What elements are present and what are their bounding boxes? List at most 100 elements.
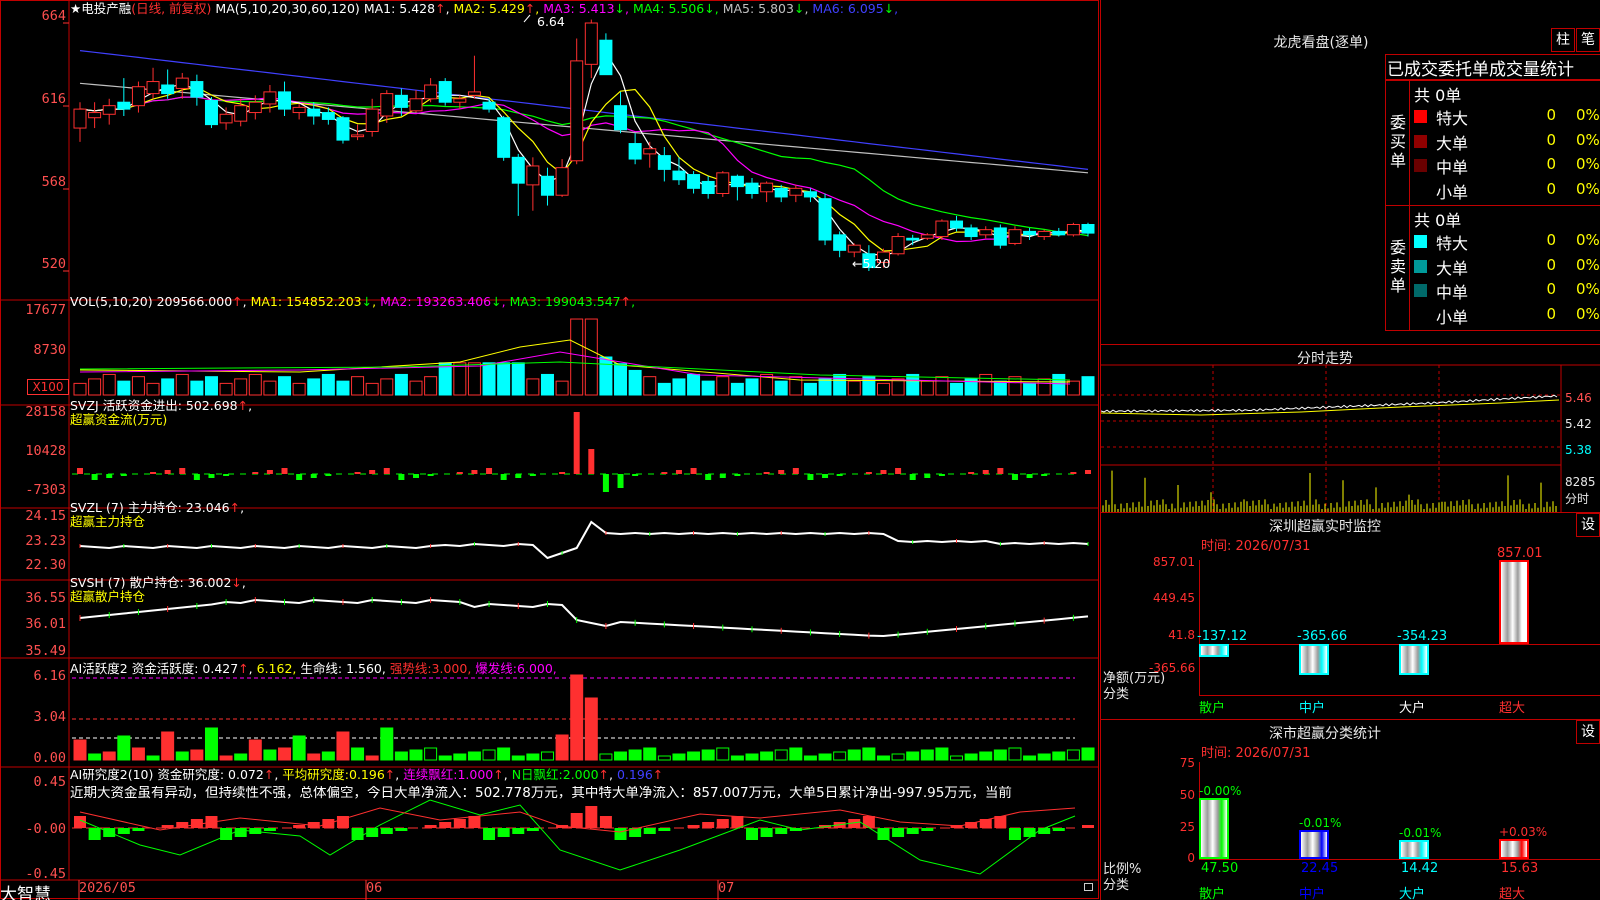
stats-title: 深市超赢分类统计 [1269, 726, 1381, 742]
svzj-bar [266, 470, 273, 474]
candle-body [803, 191, 817, 198]
tick-mode-button[interactable]: 笔 [1576, 28, 1600, 52]
period-label[interactable]: (日线, 前复权) [131, 1, 211, 16]
svzj-bar [1085, 470, 1091, 474]
stats-axis-label: 50 [1179, 788, 1195, 802]
svzj-bar [675, 470, 682, 474]
research-bar [614, 828, 627, 840]
ma-value-4: 5.506 [668, 1, 705, 16]
candle-body [614, 105, 628, 131]
price-axis-label: 616 [41, 91, 66, 107]
svzj-bar [413, 474, 419, 478]
candle-body [789, 187, 803, 196]
star-icon[interactable]: ★ [70, 1, 81, 16]
volume-bar [88, 378, 102, 396]
volume-bar [920, 380, 934, 396]
activity-bar [190, 749, 204, 761]
volume-bar [818, 378, 832, 396]
stats-bar[interactable] [1499, 838, 1529, 859]
research-bar [512, 828, 525, 834]
monitor-settings-button[interactable]: 设 [1576, 513, 1600, 537]
candle-body [336, 117, 350, 141]
candle-body [993, 227, 1007, 246]
svzj-bar [924, 474, 931, 478]
timeshare-panel[interactable]: 分时走势 5.46 5.42 5.38 8285 分时 [1101, 345, 1600, 513]
research-bar [746, 828, 758, 840]
activity-bar [409, 749, 423, 761]
svzj-bar [734, 474, 741, 476]
candle-body [263, 91, 277, 105]
vol-axis-label: 8730 [33, 342, 66, 358]
stats-bar-change: +0.03% [1499, 824, 1548, 839]
lock-icon[interactable] [1084, 883, 1093, 891]
ai-research-header: AI研究度2(10) 资金研究度: 0.072↑, 平均研究度:0.196↑, … [70, 767, 664, 782]
monitor-bar[interactable] [1399, 644, 1429, 675]
activity-bar [643, 747, 657, 761]
svzj-bar [822, 474, 829, 478]
down-arrow-icon: ↓ [231, 575, 242, 590]
svzl-axis-label: 23.23 [25, 533, 66, 549]
svzj-subtitle: 超赢资金流(万元) [70, 412, 168, 427]
svzj-bar [559, 472, 566, 474]
high-annotation: 6.64 [537, 14, 565, 29]
sell-row-percent: 0% [1576, 255, 1600, 274]
svzj-bar [807, 474, 814, 480]
volume-bar [672, 378, 686, 396]
svzl-line [79, 520, 1089, 560]
buy-row-percent: 0% [1576, 130, 1600, 149]
monitor-bar[interactable] [1499, 560, 1529, 644]
up-arrow-icon: ↑ [237, 398, 249, 413]
stats-bar[interactable] [1299, 829, 1329, 859]
candle-body [774, 187, 788, 198]
monitor-bar[interactable] [1199, 644, 1229, 657]
svsh-value: 36.002 [187, 575, 232, 590]
kline-chart-area[interactable]: ★电投产融(日线, 前复权) MA(5,10,20,30,60,120) MA1… [0, 0, 1100, 900]
research-bar [1038, 828, 1051, 834]
buy-color-swatch [1414, 134, 1427, 148]
svzj-bar [208, 474, 215, 478]
volume-bar [950, 382, 964, 396]
ai-active-t1: 资金活跃度: [131, 661, 199, 676]
activity-bar [146, 755, 160, 761]
category-stats-panel: 深市超赢分类统计 设 时间: 2026/07/31 75 50 25 0 -0.… [1101, 720, 1600, 900]
chart-frame [0, 0, 1099, 899]
ai-research-v1: 0.072 [228, 767, 264, 782]
volume-bar [833, 373, 847, 396]
low-annotation: ←5.20 [852, 256, 891, 271]
sell-row-count: 0 [1546, 304, 1556, 323]
candle-body [1023, 230, 1037, 236]
timeshare-svg[interactable] [1101, 345, 1600, 513]
monitor-category-label: 分类 [1103, 687, 1130, 702]
research-bar [293, 825, 306, 828]
stats-bar[interactable] [1399, 840, 1429, 859]
svsh-axis-label: 35.49 [25, 643, 66, 659]
sell-row-name: 大单 [1436, 258, 1469, 278]
volume-bar [979, 373, 993, 396]
buy-row-name: 中单 [1436, 158, 1469, 177]
stats-bar[interactable] [1199, 797, 1229, 859]
activity-bar [891, 753, 905, 761]
vol-unit-badge[interactable]: X100 [27, 379, 69, 395]
stats-settings-button[interactable]: 设 [1576, 720, 1600, 744]
candle-body [599, 39, 613, 76]
up-arrow-icon: ↑ [263, 767, 275, 782]
stock-name[interactable]: 电投产融 [81, 1, 131, 16]
vol-ma-value-1: 154852.203 [286, 294, 362, 309]
buy-row-percent: 0% [1576, 106, 1600, 124]
research-bar [234, 828, 247, 837]
candle-body [102, 105, 116, 115]
candle-body [117, 101, 131, 110]
candle-body [920, 234, 934, 239]
activity-bar [657, 755, 671, 761]
sell-color-swatch [1414, 284, 1427, 297]
volume-bar [657, 382, 671, 396]
candle-body [570, 60, 584, 162]
kline-chart-svg[interactable] [0, 0, 1100, 900]
research-bar [161, 825, 174, 828]
monitor-bar[interactable] [1299, 644, 1329, 675]
research-bar [570, 813, 583, 828]
bar-mode-button[interactable]: 柱 [1551, 28, 1575, 52]
sell-row-count: 0 [1546, 231, 1556, 249]
buy-row-name: 特大 [1436, 109, 1469, 128]
research-bar [760, 828, 773, 837]
